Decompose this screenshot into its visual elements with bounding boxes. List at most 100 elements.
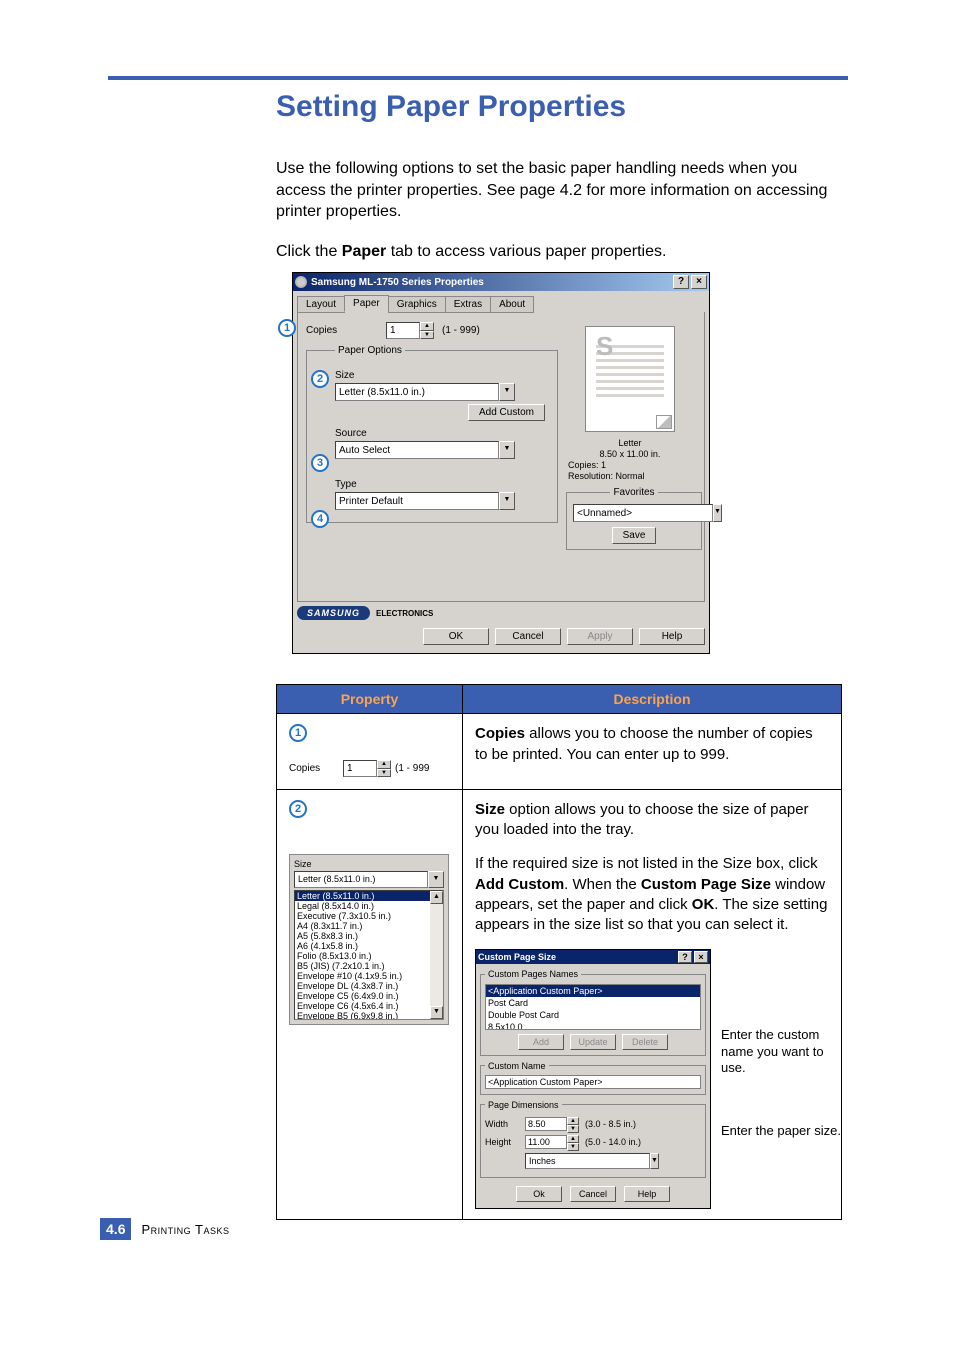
size-option[interactable]: Folio (8.5x13.0 in.) — [295, 951, 430, 961]
size-option[interactable]: Envelope C6 (4.5x6.4 in.) — [295, 1001, 430, 1011]
size-option[interactable]: A5 (5.8x8.3 in.) — [295, 931, 430, 941]
tab-about[interactable]: About — [490, 296, 534, 313]
cps-name-item[interactable]: Double Post Card — [486, 1009, 700, 1021]
property-table: Property Description 1 Copies ▲▼ (1 - 99… — [276, 684, 842, 1220]
cps-dims-legend: Page Dimensions — [485, 1099, 562, 1111]
close-title-button[interactable]: × — [691, 275, 707, 289]
cps-update-button[interactable]: Update — [570, 1034, 616, 1050]
paper-options-group: Paper Options 2 Size ▼ Add Custom 3 Sour… — [306, 345, 558, 523]
cancel-button[interactable]: Cancel — [495, 628, 561, 645]
th-description: Description — [463, 685, 842, 714]
size-legend: Size — [294, 859, 444, 869]
cps-name-item[interactable]: 8.5x10.0 — [486, 1021, 700, 1030]
type-dropdown[interactable]: ▼ — [335, 492, 515, 510]
size-option[interactable]: Envelope DL (4.3x8.7 in.) — [295, 981, 430, 991]
copies-label: Copies — [306, 325, 386, 336]
type-label: Type — [335, 479, 549, 490]
size-option[interactable]: Envelope C5 (6.4x9.0 in.) — [295, 991, 430, 1001]
source-dropdown[interactable]: ▼ — [335, 441, 515, 459]
size-option[interactable]: Letter (8.5x11.0 in.) — [295, 891, 430, 901]
preview-size-name: Letter — [564, 438, 696, 448]
help-title-button[interactable]: ? — [678, 951, 692, 963]
cps-add-button[interactable]: Add — [518, 1034, 564, 1050]
size-label: Size — [335, 370, 549, 381]
row1-copies-spinner[interactable]: ▲▼ — [377, 760, 391, 777]
cps-name-item[interactable]: <Application Custom Paper> — [486, 985, 700, 997]
favorites-legend: Favorites — [610, 487, 657, 498]
tab-paper[interactable]: Paper — [344, 295, 389, 312]
callout-3: 3 — [311, 454, 329, 472]
type-value[interactable] — [335, 492, 499, 510]
add-custom-button[interactable]: Add Custom — [468, 404, 545, 421]
copies-spinner[interactable]: ▲▼ — [420, 322, 434, 339]
preview-copies: Copies: 1 — [568, 460, 696, 470]
size-option[interactable]: Envelope #10 (4.1x9.5 in.) — [295, 971, 430, 981]
cps-width-spinner[interactable]: ▲▼ — [567, 1117, 579, 1132]
chevron-down-icon[interactable]: ▼ — [428, 871, 444, 888]
cps-ok-button[interactable]: Ok — [516, 1186, 562, 1202]
cps-width-label: Width — [485, 1118, 525, 1130]
source-value[interactable] — [335, 441, 499, 459]
size-option[interactable]: Executive (7.3x10.5 in.) — [295, 911, 430, 921]
page-title: Setting Paper Properties — [276, 90, 854, 124]
size-option[interactable]: Envelope B5 (6.9x9.8 in.) — [295, 1011, 430, 1020]
cps-names-list[interactable]: <Application Custom Paper>Post CardDoubl… — [485, 984, 701, 1030]
size-option-list[interactable]: Letter (8.5x11.0 in.)Legal (8.5x14.0 in.… — [294, 890, 444, 1020]
cps-help-button[interactable]: Help — [624, 1186, 670, 1202]
brand-sub: ELECTRONICS — [376, 609, 433, 618]
callout-2: 2 — [311, 370, 329, 388]
close-title-button[interactable]: × — [694, 951, 708, 963]
cps-cancel-button[interactable]: Cancel — [570, 1186, 616, 1202]
chevron-down-icon[interactable]: ▼ — [499, 492, 515, 510]
chevron-down-icon[interactable]: ▼ — [713, 504, 722, 522]
tab-layout[interactable]: Layout — [297, 296, 345, 313]
cps-name-item[interactable]: Post Card — [486, 997, 700, 1009]
tab-graphics[interactable]: Graphics — [388, 296, 446, 313]
size-option[interactable]: A6 (4.1x5.8 in.) — [295, 941, 430, 951]
size-selected-value[interactable] — [294, 871, 428, 888]
cps-custom-name-input[interactable] — [485, 1075, 701, 1089]
help-title-button[interactable]: ? — [673, 275, 689, 289]
row1-copies-input[interactable] — [343, 760, 377, 777]
table-row-copies: 1 Copies ▲▼ (1 - 999 Copies allows you t… — [277, 714, 842, 790]
cps-height-spinner[interactable]: ▲▼ — [567, 1135, 579, 1150]
annot-custom-name: Enter the custom name you want to use. — [721, 1027, 841, 1076]
size-dropdown[interactable]: ▼ — [335, 383, 515, 401]
size-option[interactable]: Legal (8.5x14.0 in.) — [295, 901, 430, 911]
source-label: Source — [335, 428, 549, 439]
page-fold-icon — [656, 415, 672, 429]
table-row-size: 2 Size ▼ Letter (8.5x11.0 in.)Legal (8.5… — [277, 789, 842, 1219]
cps-width-range: (3.0 - 8.5 in.) — [585, 1118, 636, 1130]
row1-copies-label: Copies — [289, 763, 343, 774]
tab-extras[interactable]: Extras — [445, 296, 491, 313]
row1-callout: 1 — [289, 724, 307, 742]
apply-button[interactable]: Apply — [567, 628, 633, 645]
size-value[interactable] — [335, 383, 499, 401]
cps-width-input[interactable] — [525, 1117, 567, 1131]
annot-paper-size: Enter the paper size. — [721, 1123, 841, 1139]
favorites-dropdown[interactable]: ▼ — [573, 504, 695, 522]
copies-input[interactable] — [386, 322, 420, 339]
help-button[interactable]: Help — [639, 628, 705, 645]
properties-dialog: Samsung ML-1750 Series Properties ? × La… — [292, 272, 710, 654]
cps-height-input[interactable] — [525, 1135, 567, 1149]
scrollbar[interactable]: ▲▼ — [430, 891, 443, 1019]
chevron-down-icon[interactable]: ▼ — [499, 383, 515, 401]
row1-desc-rest: allows you to choose the number of copie… — [475, 725, 813, 762]
cps-height-label: Height — [485, 1136, 525, 1148]
chevron-down-icon[interactable]: ▼ — [650, 1153, 659, 1169]
ok-button[interactable]: OK — [423, 628, 489, 645]
size-option[interactable]: A4 (8.3x11.7 in.) — [295, 921, 430, 931]
cps-units-value[interactable] — [525, 1153, 650, 1169]
favorites-value[interactable] — [573, 504, 713, 522]
chevron-down-icon[interactable]: ▼ — [499, 441, 515, 459]
cps-units-dropdown[interactable]: ▼ — [525, 1153, 585, 1169]
row1-desc-bold: Copies — [475, 725, 525, 742]
dialog-titlebar: Samsung ML-1750 Series Properties ? × — [293, 273, 709, 291]
size-option[interactable]: B5 (JIS) (7.2x10.1 in.) — [295, 961, 430, 971]
cps-title: Custom Page Size — [478, 951, 556, 963]
cps-delete-button[interactable]: Delete — [622, 1034, 668, 1050]
save-favorite-button[interactable]: Save — [612, 527, 657, 544]
row2-desc1-bold: Size — [475, 801, 505, 818]
row1-copies-range: (1 - 999 — [395, 763, 429, 774]
